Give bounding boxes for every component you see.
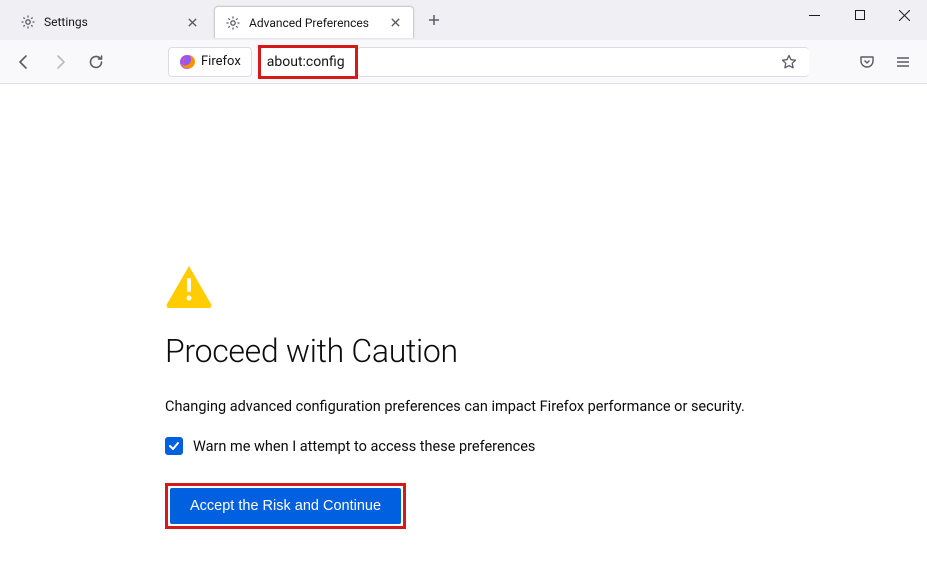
reload-button[interactable]: [80, 46, 112, 78]
warning-checkbox-row: Warn me when I attempt to access these p…: [165, 437, 927, 455]
url-context-label: Firefox: [201, 54, 241, 69]
url-context-button[interactable]: Firefox: [168, 47, 252, 77]
pocket-button[interactable]: [851, 46, 883, 78]
back-button[interactable]: [8, 46, 40, 78]
maximize-button[interactable]: [837, 0, 882, 30]
accept-risk-button[interactable]: Accept the Risk and Continue: [170, 488, 401, 524]
check-icon: [168, 440, 180, 452]
url-text[interactable]: about:config: [267, 54, 345, 70]
warning-icon: [165, 264, 927, 312]
forward-button[interactable]: [44, 46, 76, 78]
toolbar: Firefox about:config: [0, 40, 927, 84]
close-window-button[interactable]: [882, 0, 927, 30]
tab-label: Advanced Preferences: [249, 16, 379, 30]
menu-button[interactable]: [887, 46, 919, 78]
url-highlight: about:config: [258, 45, 358, 79]
page-title: Proceed with Caution: [165, 332, 927, 370]
tab-label: Settings: [44, 15, 176, 29]
warning-description: Changing advanced configuration preferen…: [165, 398, 927, 415]
window-controls: [792, 0, 927, 40]
firefox-icon: [179, 54, 195, 70]
gear-icon: [20, 14, 36, 30]
close-icon[interactable]: [387, 15, 403, 31]
new-tab-button[interactable]: [420, 6, 448, 34]
bookmark-star-button[interactable]: [777, 50, 801, 74]
minimize-button[interactable]: [792, 0, 837, 30]
tabs-bar: Settings Advanced Preferences: [0, 0, 927, 40]
tab-settings[interactable]: Settings: [10, 6, 210, 38]
url-bar[interactable]: [357, 47, 809, 77]
tab-advanced-preferences[interactable]: Advanced Preferences: [214, 6, 414, 38]
content-area: Proceed with Caution Changing advanced c…: [0, 84, 927, 529]
button-highlight: Accept the Risk and Continue: [165, 483, 406, 529]
warn-checkbox[interactable]: [165, 437, 183, 455]
checkbox-label: Warn me when I attempt to access these p…: [193, 438, 535, 455]
gear-icon: [225, 15, 241, 31]
close-icon[interactable]: [184, 14, 200, 30]
